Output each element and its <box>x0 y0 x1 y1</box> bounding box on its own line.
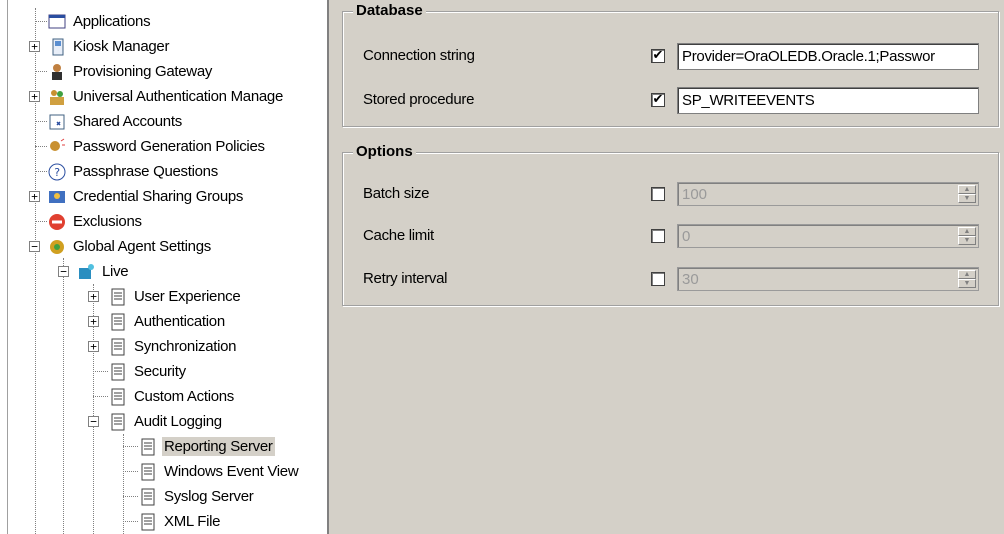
batch-size-label: Batch size <box>363 185 430 202</box>
tree-guide-line <box>123 434 124 534</box>
cache-limit-input[interactable] <box>680 227 956 245</box>
tree-item-credential-sharing-groups[interactable]: Credential Sharing Groups <box>47 184 245 209</box>
tree-guide-line <box>63 258 64 534</box>
expand-icon[interactable]: + <box>29 91 40 102</box>
connection-string-input[interactable] <box>677 43 979 70</box>
password-policy-icon <box>50 138 65 151</box>
tree-item-windows-event-viewer[interactable]: Windows Event View <box>138 459 300 484</box>
tree-item-live[interactable]: Live <box>76 259 130 284</box>
applications-icon <box>48 14 66 28</box>
tree-item-xml-file[interactable]: XML File <box>138 509 222 534</box>
collapse-icon[interactable]: − <box>88 416 99 427</box>
tree-item-global-agent-settings[interactable]: Global Agent Settings <box>47 234 213 259</box>
page-icon <box>141 513 155 530</box>
collapse-icon[interactable]: − <box>29 241 40 252</box>
tree-item-exclusions[interactable]: Exclusions <box>47 209 144 234</box>
stored-procedure-label: Stored procedure <box>363 91 475 108</box>
retry-interval-spinner[interactable]: ▲ ▼ <box>677 267 979 291</box>
spin-up-icon[interactable]: ▲ <box>958 270 976 279</box>
connection-string-checkbox[interactable]: ✔ <box>651 49 665 63</box>
page-icon <box>111 338 125 355</box>
spin-up-icon[interactable]: ▲ <box>958 185 976 194</box>
stored-procedure-checkbox[interactable]: ✔ <box>651 93 665 107</box>
expand-icon[interactable]: + <box>88 291 99 302</box>
tree-item-universal-authentication-manager[interactable]: Universal Authentication Manage <box>47 84 285 109</box>
tree-item-syslog-server[interactable]: Syslog Server <box>138 484 255 509</box>
tree-item-reporting-server[interactable]: Reporting Server <box>138 434 275 459</box>
cache-limit-spinner[interactable]: ▲ ▼ <box>677 224 979 248</box>
spin-buttons[interactable]: ▲ ▼ <box>958 227 976 245</box>
options-group: Options Batch size ▲ ▼ Cache limit ▲ ▼ R… <box>342 144 999 306</box>
tree-item-provisioning-gateway[interactable]: Provisioning Gateway <box>47 59 214 84</box>
cache-limit-checkbox[interactable] <box>651 229 665 243</box>
page-icon <box>141 488 155 505</box>
spin-down-icon[interactable]: ▼ <box>958 236 976 245</box>
gear-icon <box>50 239 64 254</box>
stored-procedure-input[interactable] <box>677 87 979 114</box>
retry-interval-input[interactable] <box>680 270 956 288</box>
spin-buttons[interactable]: ▲ ▼ <box>958 270 976 288</box>
navigation-tree[interactable]: Applications + Kiosk Manager Provisionin… <box>0 0 329 534</box>
tree-item-security[interactable]: Security <box>108 359 188 384</box>
batch-size-spinner[interactable]: ▲ ▼ <box>677 182 979 206</box>
page-icon <box>111 363 125 380</box>
spin-down-icon[interactable]: ▼ <box>958 194 976 203</box>
settings-panel: Database Connection string ✔ Stored proc… <box>331 0 1004 534</box>
spin-buttons[interactable]: ▲ ▼ <box>958 185 976 203</box>
expand-icon[interactable]: + <box>29 41 40 52</box>
tree-item-custom-actions[interactable]: Custom Actions <box>108 384 236 409</box>
tree-guide-line <box>35 8 36 534</box>
tree-item-audit-logging[interactable]: Audit Logging <box>108 409 224 434</box>
database-group-title: Database <box>353 3 426 19</box>
users-icon <box>50 89 64 105</box>
page-icon <box>111 413 125 430</box>
collapse-icon[interactable]: − <box>58 266 69 277</box>
spin-down-icon[interactable]: ▼ <box>958 279 976 288</box>
tree-item-synchronization[interactable]: Synchronization <box>108 334 238 359</box>
connection-string-label: Connection string <box>363 47 475 64</box>
tree-item-password-generation-policies[interactable]: Password Generation Policies <box>47 134 267 159</box>
tree-item-kiosk-manager[interactable]: Kiosk Manager <box>47 34 171 59</box>
cache-limit-label: Cache limit <box>363 227 434 244</box>
page-icon <box>111 388 125 405</box>
page-icon <box>141 438 155 455</box>
live-settings-icon <box>79 263 94 279</box>
person-gateway-icon <box>52 63 62 80</box>
tree-item-shared-accounts[interactable]: Shared Accounts <box>47 109 184 134</box>
batch-size-checkbox[interactable] <box>651 187 665 201</box>
no-entry-icon <box>49 213 65 230</box>
svg-text:?: ? <box>54 166 60 179</box>
credential-group-icon <box>49 190 65 203</box>
page-icon <box>141 463 155 480</box>
batch-size-input[interactable] <box>680 185 956 203</box>
tree-item-authentication[interactable]: Authentication <box>108 309 227 334</box>
expand-icon[interactable]: + <box>29 191 40 202</box>
database-group: Database Connection string ✔ Stored proc… <box>342 3 999 127</box>
expand-icon[interactable]: + <box>88 316 99 327</box>
shared-accounts-icon <box>49 114 65 129</box>
options-group-title: Options <box>353 144 416 160</box>
page-icon <box>111 313 125 330</box>
tree-item-user-experience[interactable]: User Experience <box>108 284 242 309</box>
tree-left-edge <box>0 0 8 534</box>
spin-up-icon[interactable]: ▲ <box>958 227 976 236</box>
retry-interval-checkbox[interactable] <box>651 272 665 286</box>
retry-interval-label: Retry interval <box>363 270 448 287</box>
page-icon <box>111 288 125 305</box>
kiosk-icon <box>52 38 64 55</box>
tree-item-passphrase-questions[interactable]: ? Passphrase Questions <box>47 159 220 184</box>
expand-icon[interactable]: + <box>88 341 99 352</box>
question-icon: ? <box>48 163 66 180</box>
tree-item-applications[interactable]: Applications <box>47 9 152 34</box>
